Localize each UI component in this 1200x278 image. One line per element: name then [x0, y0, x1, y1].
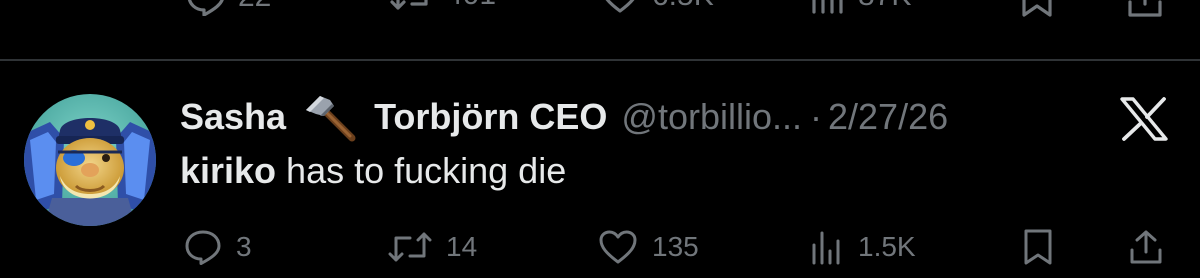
speech-bubble-icon	[185, 230, 221, 265]
author-handle[interactable]: @torbillio...	[621, 96, 802, 138]
repost-arrows-icon	[388, 232, 432, 262]
bookmark-icon	[1022, 0, 1052, 17]
reply-button[interactable]: 3	[184, 222, 252, 272]
bar-chart-icon	[812, 231, 840, 265]
separator-dot: ·	[810, 96, 823, 137]
previous-reply-button[interactable]: 22	[186, 0, 271, 16]
author-name[interactable]: Sasha	[180, 96, 286, 138]
previous-views-count: 87K	[858, 0, 911, 13]
tweet-header: Sasha Torbjörn CEO @torbillio... · 2/27/…	[180, 92, 948, 142]
x-logo-icon	[1120, 97, 1168, 141]
previous-repost-count: 401	[446, 0, 496, 12]
previous-share-button[interactable]	[1126, 0, 1164, 18]
repost-count: 14	[446, 231, 478, 262]
previous-views-button[interactable]: 87K	[810, 0, 911, 14]
speech-bubble-icon	[187, 0, 224, 16]
previous-like-count: 6.5K	[652, 0, 714, 13]
like-count: 135	[652, 231, 699, 262]
heart-icon	[599, 230, 637, 264]
heart-icon	[605, 0, 635, 13]
tweet-action-bar: 3 14 135 1.5K	[0, 222, 1200, 272]
views-count: 1.5K	[858, 231, 916, 262]
avatar[interactable]	[24, 94, 156, 226]
tweet-text-mention: kiriko	[180, 150, 277, 191]
previous-bookmark-button[interactable]	[1020, 0, 1054, 18]
previous-reply-count: 22	[238, 0, 271, 14]
repost-arrows-icon	[390, 0, 428, 10]
tweet-divider	[0, 59, 1200, 61]
author-name-suffix[interactable]: Torbjörn CEO	[374, 96, 607, 138]
share-button[interactable]	[1128, 222, 1164, 272]
tweet-date[interactable]: 2/27/26	[828, 96, 948, 138]
views-button[interactable]: 1.5K	[810, 222, 916, 272]
bookmark-icon	[1024, 229, 1052, 265]
share-icon	[1128, 0, 1162, 17]
tweet-feed: 22 401 6.5K 87K	[0, 0, 1200, 278]
avatar-image	[24, 94, 156, 226]
reply-count: 3	[236, 231, 252, 262]
bar-chart-icon	[812, 0, 843, 14]
like-button[interactable]: 135	[598, 222, 699, 272]
previous-tweet-action-bar: 22 401 6.5K 87K	[0, 0, 1200, 24]
hammer-icon	[306, 96, 356, 142]
tweet-text-rest: has to fucking die	[276, 150, 567, 191]
bookmark-button[interactable]	[1022, 222, 1054, 272]
repost-button[interactable]: 14	[388, 222, 477, 272]
previous-like-button[interactable]: 6.5K	[600, 0, 714, 14]
previous-repost-button[interactable]: 401	[390, 0, 496, 12]
share-icon	[1130, 230, 1162, 264]
tweet-text: kiriko has to fucking die	[180, 150, 566, 192]
